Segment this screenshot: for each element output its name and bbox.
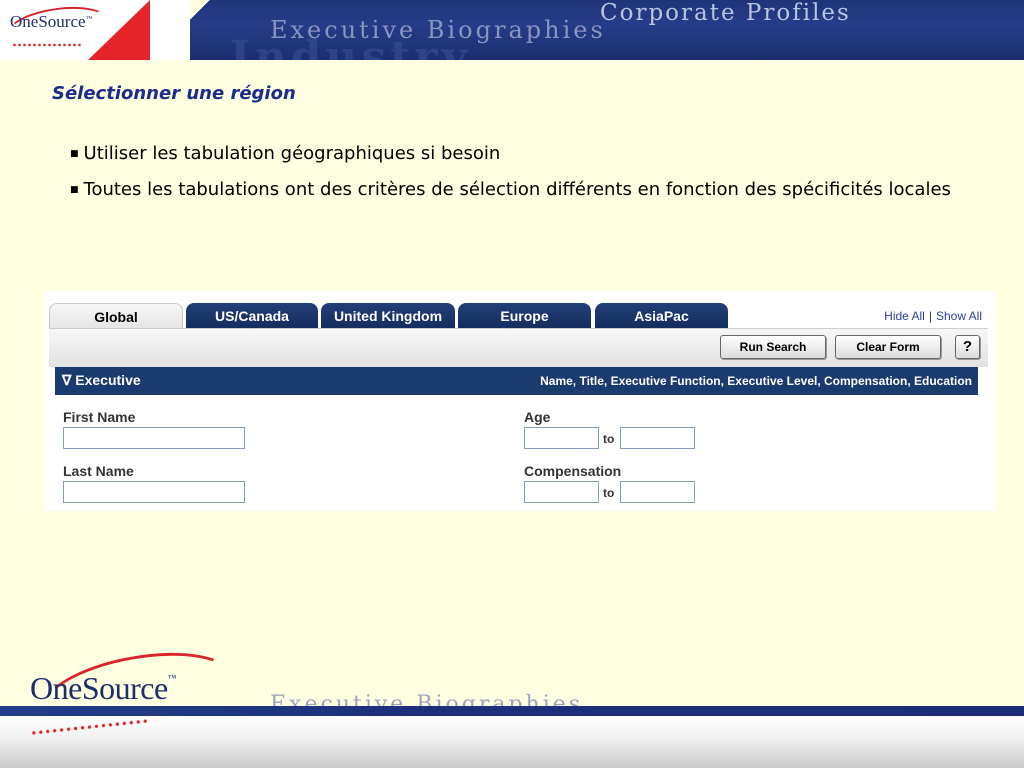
collapse-triangle-icon: ∇ [62, 372, 72, 388]
bullet-1-text: Utiliser les tabulation géographiques si… [83, 143, 501, 164]
clear-form-button[interactable]: Clear Form [835, 335, 941, 359]
compensation-to-field[interactable] [620, 481, 695, 503]
link-separator: | [928, 309, 932, 323]
executive-section-toggle[interactable]: ∇ Executive [62, 372, 141, 389]
footer-logo: OneSource™ [30, 670, 177, 706]
compensation-from-field[interactable] [524, 481, 599, 503]
run-search-button[interactable]: Run Search [720, 335, 826, 359]
last-name-label: Last Name [63, 463, 134, 479]
bullet-2-text: Toutes les tabulations ont des critères … [83, 179, 951, 200]
section-title: Executive [75, 372, 141, 388]
section-description: Name, Title, Executive Function, Executi… [540, 374, 972, 388]
show-all-link[interactable]: Show All [936, 309, 982, 323]
last-name-field[interactable] [63, 481, 245, 503]
banner-text-executive-biographies: Executive Biographies [270, 16, 606, 44]
age-label: Age [524, 409, 551, 425]
tab-asiapac[interactable]: AsiaPac [595, 303, 728, 329]
first-name-label: First Name [63, 409, 136, 425]
compensation-label: Compensation [524, 463, 622, 479]
help-button[interactable]: ? [955, 335, 980, 359]
age-from-field[interactable] [524, 427, 599, 449]
bullet-1: ■ Utiliser les tabulation géographiques s… [70, 142, 500, 166]
bullet-square-icon: ■ [70, 149, 79, 159]
executive-section-header: ∇ Executive Name, Title, Executive Funct… [55, 367, 978, 395]
top-logo: OneSource™ [10, 12, 93, 31]
bullet-square-icon: ■ [70, 185, 79, 195]
tab-united-kingdom[interactable]: United Kingdom [321, 303, 455, 329]
tab-us-canada[interactable]: US/Canada [186, 303, 318, 329]
age-to-label: to [603, 432, 615, 446]
first-name-field[interactable] [63, 427, 245, 449]
age-to-field[interactable] [620, 427, 695, 449]
logo-dots-icon [12, 42, 82, 48]
hide-show-links: Hide All | Show All [884, 309, 982, 323]
tab-europe[interactable]: Europe [458, 303, 591, 329]
top-banner: Industry Executive Biographies Corporate… [0, 0, 1024, 60]
hide-all-link[interactable]: Hide All [884, 309, 925, 323]
search-toolbar: Run Search Clear Form ? [49, 328, 988, 367]
slide-title: Sélectionner une région [52, 83, 296, 104]
search-app-screenshot: Global US/Canada United Kingdom Europe A… [44, 291, 996, 511]
tab-global[interactable]: Global [49, 303, 183, 330]
bullet-2: ■ Toutes les tabulations ont des critères… [70, 178, 1000, 202]
banner-text-corporate-profiles: Corporate Profiles [600, 0, 851, 26]
compensation-to-label: to [603, 486, 615, 500]
